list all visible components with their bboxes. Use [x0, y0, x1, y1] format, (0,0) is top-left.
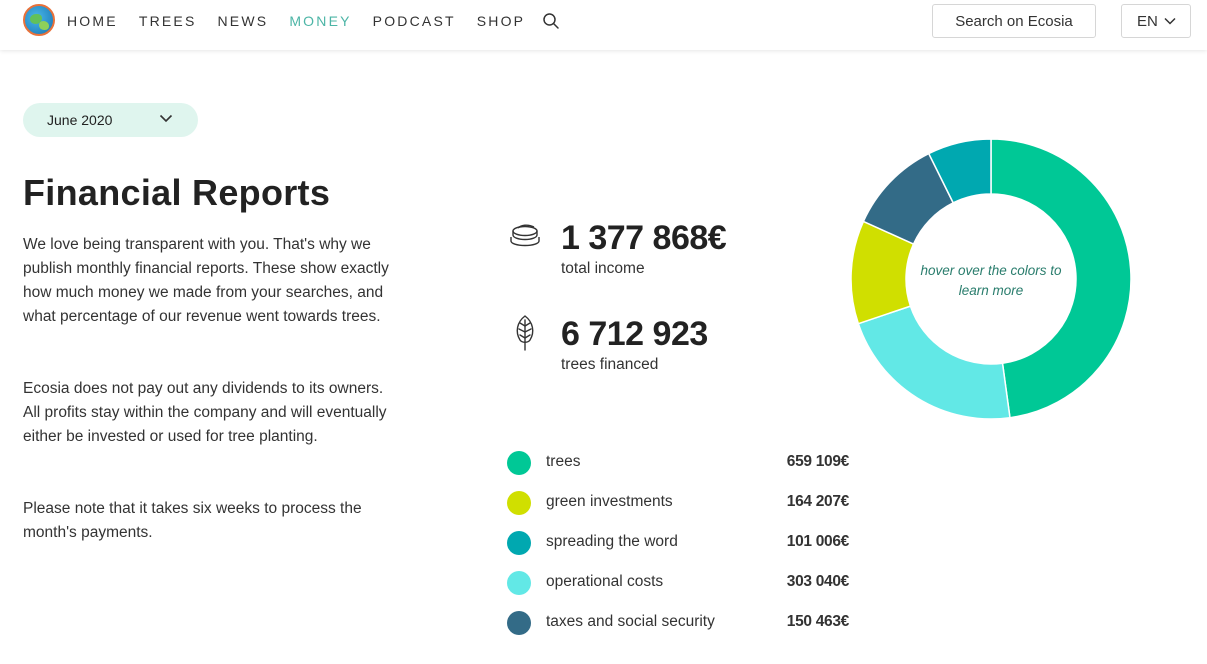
- nav-item-trees[interactable]: TREES: [139, 13, 197, 29]
- legend-label: spreading the word: [546, 533, 678, 550]
- nav-item-home[interactable]: HOME: [67, 13, 118, 29]
- nav-item-podcast[interactable]: PODCAST: [373, 13, 456, 29]
- legend-amount: 164 207€: [786, 493, 850, 510]
- donut-slice-operational-costs[interactable]: [857, 305, 1011, 420]
- legend-dot: [507, 531, 531, 555]
- legend-amount: 303 040€: [786, 573, 850, 590]
- legend-amount: 150 463€: [786, 613, 850, 630]
- legend-row-taxes-and-social-security[interactable]: taxes and social security 150 463€: [507, 611, 849, 635]
- chevron-down-icon: [159, 114, 173, 123]
- leaf-icon: [516, 315, 534, 351]
- coins-icon: [510, 224, 540, 247]
- trees-financed-value: 6 712 923: [561, 315, 708, 353]
- search-icon[interactable]: [542, 12, 560, 30]
- total-income-value: 1 377 868€: [561, 219, 727, 257]
- language-label: EN: [1137, 12, 1158, 30]
- search-on-ecosia-button[interactable]: Search on Ecosia: [932, 4, 1096, 38]
- month-dropdown[interactable]: June 2020: [23, 103, 198, 137]
- top-navbar: HOME TREES NEWS MONEY PODCAST SHOP Searc…: [0, 0, 1207, 50]
- nav-item-money[interactable]: MONEY: [289, 13, 351, 29]
- legend-row-trees[interactable]: trees 659 109€: [507, 451, 849, 475]
- legend-label: taxes and social security: [546, 613, 715, 630]
- total-income-label: total income: [561, 260, 645, 277]
- nav-item-shop[interactable]: SHOP: [477, 13, 525, 29]
- main-nav: HOME TREES NEWS MONEY PODCAST SHOP: [67, 13, 546, 29]
- ecosia-logo-icon[interactable]: [23, 4, 55, 36]
- dividends-paragraph: Ecosia does not pay out any dividends to…: [23, 380, 387, 445]
- legend-dot: [507, 491, 531, 515]
- legend-label: trees: [546, 453, 581, 470]
- legend-amount: 659 109€: [786, 453, 850, 470]
- legend-dot: [507, 451, 531, 475]
- legend-row-green-investments[interactable]: green investments 164 207€: [507, 491, 849, 515]
- language-selector[interactable]: EN: [1121, 4, 1191, 38]
- legend-dot: [507, 611, 531, 635]
- processing-note-paragraph: Please note that it takes six weeks to p…: [23, 500, 362, 541]
- intro-paragraph: We love being transparent with you. That…: [23, 236, 389, 325]
- legend-label: green investments: [546, 493, 673, 510]
- legend-row-operational-costs[interactable]: operational costs 303 040€: [507, 571, 849, 595]
- page-title: Financial Reports: [23, 172, 331, 213]
- nav-item-news[interactable]: NEWS: [218, 13, 269, 29]
- legend-amount: 101 006€: [786, 533, 850, 550]
- legend-label: operational costs: [546, 573, 664, 590]
- trees-financed-label: trees financed: [561, 356, 659, 373]
- donut-hint-text: hover over the colors to learn more: [920, 263, 1062, 298]
- legend-dot: [507, 571, 531, 595]
- chevron-down-icon: [1164, 17, 1176, 25]
- month-dropdown-value: June 2020: [47, 112, 113, 128]
- legend-row-spreading-the-word[interactable]: spreading the word 101 006€: [507, 531, 849, 555]
